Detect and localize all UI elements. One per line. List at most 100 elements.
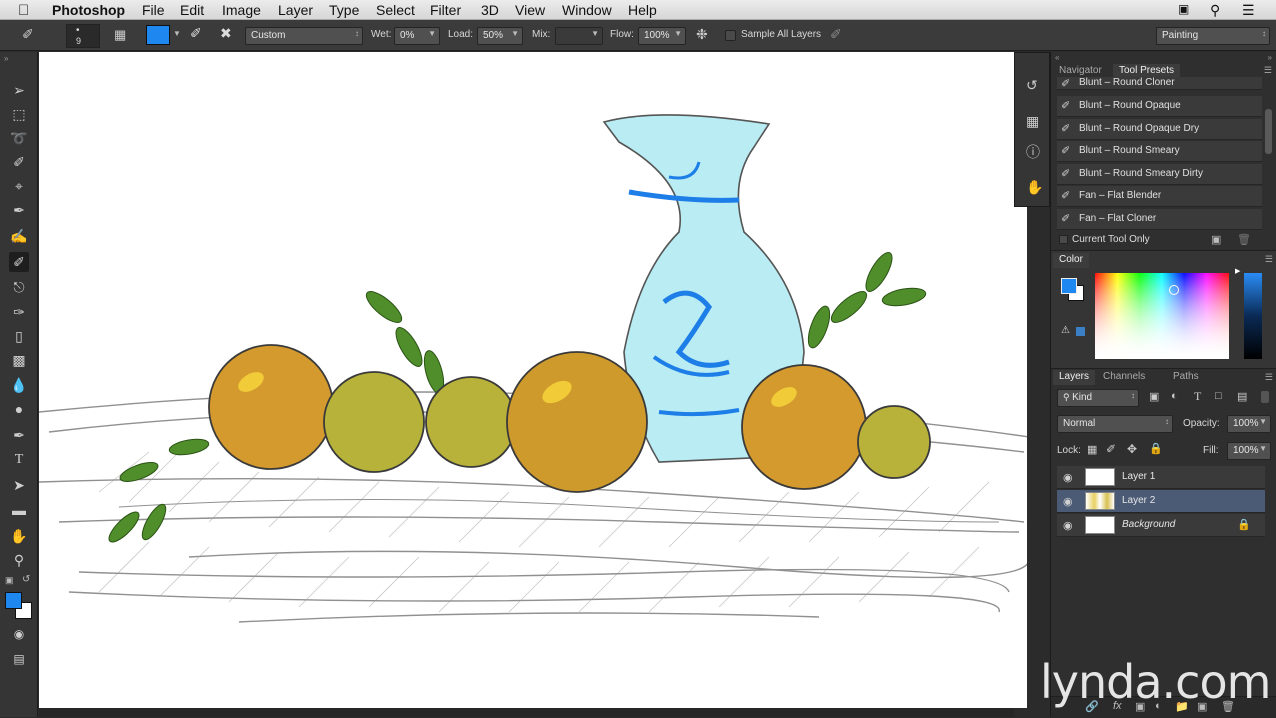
foreground-color-swatch[interactable]	[5, 592, 22, 609]
pressure-icon[interactable]: ✐	[830, 26, 842, 43]
color-picker-marker[interactable]	[1169, 285, 1179, 295]
wet-field[interactable]: 0% ▼	[394, 27, 440, 45]
hand-tool-icon[interactable]: ✋	[9, 526, 29, 546]
slider-marker-icon[interactable]: ▶	[1235, 267, 1240, 275]
menu-3d[interactable]: 3D	[481, 2, 499, 18]
lock-icon[interactable]: 🔒	[1237, 518, 1251, 531]
path-selection-tool-icon[interactable]: ➤	[9, 475, 29, 495]
fill-field[interactable]: 100% ▼	[1227, 442, 1271, 460]
brush-presets-icon[interactable]: ▦	[1026, 113, 1039, 130]
filter-toggle[interactable]	[1261, 391, 1269, 403]
list-item[interactable]: ✐ Blunt – Round Cloner	[1057, 77, 1262, 90]
airbrush-icon[interactable]: ❉	[696, 26, 708, 43]
visibility-eye-icon[interactable]: ◉	[1063, 495, 1075, 508]
flow-field[interactable]: 100% ▼	[638, 27, 686, 45]
layer-row[interactable]: ◉ Layer 2	[1057, 490, 1265, 513]
filter-shape-icon[interactable]: □	[1215, 390, 1222, 402]
tab-channels[interactable]: Channels	[1097, 370, 1151, 385]
warning-icon[interactable]: ⚠	[1061, 325, 1070, 336]
eyedropper-tool-icon[interactable]: ✒	[9, 200, 29, 220]
crop-tool-icon[interactable]: ⌖	[9, 176, 29, 196]
apple-icon[interactable]: 	[18, 2, 29, 19]
mixer-brush-tool-icon[interactable]: ✐	[22, 26, 34, 43]
current-load-swatch[interactable]	[146, 25, 170, 45]
filter-pixel-icon[interactable]: ▣	[1149, 390, 1159, 403]
history-icon[interactable]: ↺	[1026, 77, 1038, 94]
tab-layers[interactable]: Layers	[1053, 370, 1096, 385]
filter-smart-object-icon[interactable]: ▤	[1237, 390, 1247, 403]
list-item[interactable]: ✐ Blunt – Round Smeary Dirty	[1057, 164, 1262, 185]
lock-image-icon[interactable]: ✐	[1106, 442, 1116, 456]
menu-type[interactable]: Type	[329, 2, 359, 18]
opacity-field[interactable]: 100% ▼	[1227, 415, 1271, 433]
menu-filter[interactable]: Filter	[430, 2, 461, 18]
mix-field[interactable]: ▼	[555, 27, 603, 45]
menu-window[interactable]: Window	[562, 2, 612, 18]
tab-paths[interactable]: Paths	[1167, 370, 1205, 385]
web-safe-swatch[interactable]	[1076, 327, 1085, 336]
color-spectrum[interactable]	[1095, 273, 1229, 359]
eraser-tool-icon[interactable]: ▯	[9, 326, 29, 346]
clone-stamp-tool-icon[interactable]: ⎋	[9, 277, 29, 297]
menu-layer[interactable]: Layer	[278, 2, 313, 18]
list-item[interactable]: ✐ Blunt – Round Opaque Dry	[1057, 119, 1262, 140]
panel-menu-icon[interactable]: ☰	[1265, 372, 1273, 383]
load-brush-icon[interactable]: ✐	[190, 25, 202, 42]
sample-all-layers-checkbox[interactable]	[725, 30, 736, 41]
screen-mode-icon[interactable]: ▣	[1178, 2, 1189, 16]
layer-filter-select[interactable]: ⚲ Kind ↕	[1057, 389, 1139, 407]
panel-menu-icon[interactable]: ☰	[1265, 254, 1273, 265]
lock-transparent-icon[interactable]: ▦	[1087, 443, 1097, 456]
default-colors-icon[interactable]: ▣	[5, 575, 14, 586]
menu-file[interactable]: File	[142, 2, 165, 18]
menu-help[interactable]: Help	[628, 2, 657, 18]
move-tool-icon[interactable]: ➢	[9, 80, 29, 100]
menu-select[interactable]: Select	[376, 2, 415, 18]
blur-tool-icon[interactable]: 💧	[9, 375, 29, 395]
filter-type-icon[interactable]: T	[1194, 389, 1201, 404]
marquee-tool-icon[interactable]: ⬚	[9, 104, 29, 124]
clean-brush-icon[interactable]: ✖	[220, 25, 232, 42]
lock-all-icon[interactable]: 🔒	[1149, 442, 1163, 455]
panel-menu-icon[interactable]: ☰	[1264, 65, 1272, 76]
mixer-brush-tool-icon[interactable]: ✐	[9, 252, 29, 272]
load-field[interactable]: 50% ▼	[477, 27, 523, 45]
list-item[interactable]: ✐ Fan – Flat Blender	[1057, 186, 1262, 207]
menu-view[interactable]: View	[515, 2, 545, 18]
swap-colors-icon[interactable]: ↺	[22, 574, 30, 585]
menu-list-icon[interactable]: ☰	[1242, 2, 1255, 19]
search-icon[interactable]: ⚲	[1210, 2, 1220, 19]
brightness-slider[interactable]	[1244, 273, 1262, 359]
layer-row[interactable]: ◉ Background 🔒	[1057, 514, 1265, 537]
info-icon[interactable]: ⓘ	[1026, 142, 1040, 162]
tool-presets-icon[interactable]: ✋	[1026, 179, 1043, 196]
blend-mode-select[interactable]: Normal ↕	[1057, 415, 1173, 433]
brush-picker[interactable]: • 9	[66, 24, 100, 48]
app-name-menu[interactable]: Photoshop	[52, 2, 125, 18]
menu-edit[interactable]: Edit	[180, 2, 204, 18]
quick-selection-tool-icon[interactable]: ✐	[9, 152, 29, 172]
list-item[interactable]: ✐ Fan – Flat Cloner	[1057, 209, 1262, 230]
visibility-eye-icon[interactable]: ◉	[1063, 519, 1075, 532]
zoom-tool-icon[interactable]: ⚲	[9, 550, 29, 570]
filter-adjustment-icon[interactable]: ◐	[1171, 390, 1178, 402]
menu-image[interactable]: Image	[222, 2, 261, 18]
brush-panel-icon[interactable]: ▦	[114, 27, 126, 43]
history-brush-tool-icon[interactable]: ✑	[9, 302, 29, 322]
expand-icon[interactable]: »	[1268, 53, 1272, 62]
foreground-color-swatch[interactable]	[1061, 278, 1077, 294]
workspace-select[interactable]: Painting ↕	[1156, 27, 1270, 45]
list-item[interactable]: ✐ Blunt – Round Opaque	[1057, 96, 1262, 117]
healing-brush-tool-icon[interactable]: ✍	[9, 226, 29, 246]
screen-mode-icon[interactable]: ▤	[9, 649, 29, 669]
current-tool-only-checkbox[interactable]	[1059, 235, 1068, 244]
trash-icon[interactable]: 🗑	[1237, 233, 1251, 246]
canvas[interactable]	[39, 52, 1027, 708]
visibility-eye-icon[interactable]: ◉	[1063, 471, 1075, 484]
lock-position-icon[interactable]: ✥	[1127, 442, 1137, 456]
pen-tool-icon[interactable]: ✒	[9, 425, 29, 445]
type-tool-icon[interactable]: T	[9, 450, 29, 470]
layer-row[interactable]: ◉ Layer 1	[1057, 466, 1265, 489]
new-preset-icon[interactable]: ▣	[1211, 233, 1221, 246]
quick-mask-icon[interactable]: ◉	[9, 624, 29, 644]
